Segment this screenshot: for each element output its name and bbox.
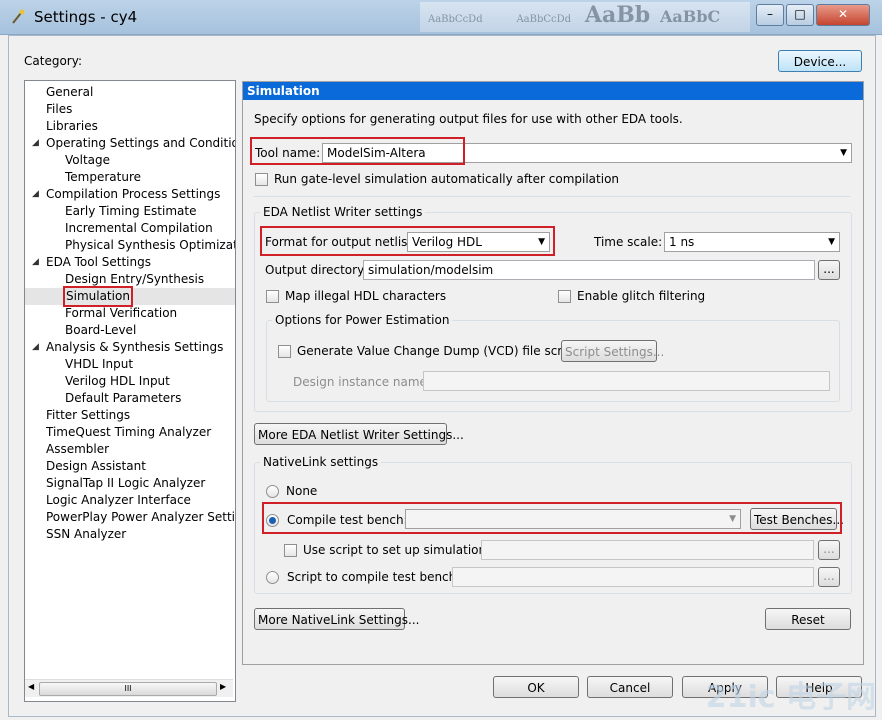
script-compile-label: Script to compile test bench: bbox=[287, 570, 461, 584]
use-script-checkbox[interactable] bbox=[284, 544, 297, 557]
minimize-button[interactable]: – bbox=[756, 4, 784, 26]
use-script-browse-button[interactable]: ... bbox=[818, 540, 840, 560]
design-instance-label: Design instance name: bbox=[293, 375, 431, 389]
tree-item[interactable]: Libraries bbox=[46, 118, 98, 135]
glitch-label: Enable glitch filtering bbox=[577, 289, 706, 303]
tree-item[interactable]: General bbox=[46, 84, 93, 101]
tree-item[interactable]: Default Parameters bbox=[65, 390, 181, 407]
reset-button[interactable]: Reset bbox=[765, 608, 851, 630]
nativelink-group-title: NativeLink settings bbox=[260, 455, 382, 469]
cancel-button[interactable]: Cancel bbox=[587, 676, 673, 698]
script-settings-button[interactable]: Script Settings... bbox=[561, 340, 664, 362]
tree-item[interactable]: Compilation Process Settings bbox=[46, 186, 220, 203]
vcd-label: Generate Value Change Dump (VCD) file sc… bbox=[297, 344, 578, 358]
panel-header: Simulation bbox=[243, 82, 863, 100]
tree-item[interactable]: Formal Verification bbox=[65, 305, 177, 322]
highlight-tool-name bbox=[250, 137, 465, 165]
tree-item[interactable]: Early Timing Estimate bbox=[65, 203, 196, 220]
script-compile-radio[interactable] bbox=[266, 571, 279, 584]
time-scale-value: 1 ns bbox=[669, 235, 695, 249]
tree-item[interactable]: Voltage bbox=[65, 152, 110, 169]
panel-description: Specify options for generating output fi… bbox=[254, 112, 683, 126]
output-dir-browse-button[interactable]: ... bbox=[818, 260, 840, 280]
script-compile-browse-button[interactable]: ... bbox=[818, 567, 840, 587]
category-tree[interactable]: General Files Libraries ◢ Operating Settings… bbox=[24, 80, 236, 702]
expand-arrow-icon[interactable]: ◢ bbox=[32, 342, 39, 352]
design-instance-input[interactable] bbox=[423, 371, 830, 391]
tree-item[interactable]: SignalTap II Logic Analyzer bbox=[46, 475, 205, 492]
maximize-button[interactable]: □ bbox=[786, 4, 814, 26]
separator bbox=[254, 196, 850, 197]
ghost-style-2: AaBbCcDd bbox=[516, 14, 572, 25]
category-label: Category: bbox=[24, 54, 82, 68]
run-gate-level-label: Run gate-level simulation automatically … bbox=[274, 172, 620, 186]
tree-item[interactable]: Verilog HDL Input bbox=[65, 373, 170, 390]
ghost-style-4: AaBbC bbox=[660, 7, 721, 26]
ghost-style-3: AaBb bbox=[584, 2, 651, 28]
highlight-format bbox=[260, 226, 555, 256]
expand-arrow-icon[interactable]: ◢ bbox=[32, 189, 39, 199]
expand-arrow-icon[interactable]: ◢ bbox=[32, 138, 39, 148]
use-script-label: Use script to set up simulation: bbox=[303, 543, 491, 557]
tree-item[interactable]: Assembler bbox=[46, 441, 109, 458]
tree-item[interactable]: Files bbox=[46, 101, 72, 118]
vcd-checkbox[interactable] bbox=[278, 345, 291, 358]
run-gate-level-checkbox[interactable] bbox=[255, 173, 268, 186]
tree-item[interactable]: EDA Tool Settings bbox=[46, 254, 151, 271]
ok-button[interactable]: OK bbox=[493, 676, 579, 698]
output-dir-label: Output directory: bbox=[265, 263, 368, 277]
glitch-checkbox[interactable] bbox=[558, 290, 571, 303]
tree-hscrollbar[interactable]: ◀ III ▶ bbox=[25, 679, 233, 697]
chevron-down-icon: ▼ bbox=[828, 237, 835, 247]
ghost-style-1: AaBbCcDd bbox=[428, 14, 483, 25]
tree-item[interactable]: Logic Analyzer Interface bbox=[46, 492, 191, 509]
tree-item[interactable]: Analysis & Synthesis Settings bbox=[46, 339, 223, 356]
ribbon-ghost: AaBbCcDd AaBbCcDd AaBb AaBbC bbox=[420, 2, 750, 32]
watermark: 21ic 电子网 bbox=[705, 680, 876, 715]
window-title: Settings - cy4 bbox=[34, 8, 138, 26]
map-illegal-label: Map illegal HDL characters bbox=[285, 289, 447, 303]
none-label: None bbox=[286, 484, 318, 498]
tree-item[interactable]: Physical Synthesis Optimizations bbox=[65, 237, 235, 254]
more-netlist-settings-button[interactable]: More EDA Netlist Writer Settings... bbox=[254, 423, 464, 445]
tree-item[interactable]: PowerPlay Power Analyzer Settings bbox=[46, 509, 235, 526]
settings-wand-icon bbox=[12, 9, 25, 24]
chevron-down-icon: ▼ bbox=[840, 148, 847, 158]
tree-item[interactable]: Incremental Compilation bbox=[65, 220, 213, 237]
tree-item[interactable]: Operating Settings and Conditions bbox=[46, 135, 235, 152]
tree-item[interactable]: TimeQuest Timing Analyzer bbox=[46, 424, 211, 441]
tree-item[interactable]: Simulation bbox=[63, 286, 133, 307]
expand-arrow-icon[interactable]: ◢ bbox=[32, 257, 39, 267]
tree-item[interactable]: Fitter Settings bbox=[46, 407, 130, 424]
tree-item[interactable]: Design Assistant bbox=[46, 458, 146, 475]
output-dir-input[interactable]: simulation/modelsim bbox=[363, 260, 815, 280]
tree-item[interactable]: Design Entry/Synthesis bbox=[65, 271, 204, 288]
title-bar: Settings - cy4 AaBbCcDd AaBbCcDd AaBb Aa… bbox=[0, 0, 882, 35]
none-radio[interactable] bbox=[266, 485, 279, 498]
device-button[interactable]: Device... bbox=[778, 50, 862, 72]
tree-item[interactable]: Temperature bbox=[65, 169, 141, 186]
more-nativelink-settings-button[interactable]: More NativeLink Settings... bbox=[254, 608, 419, 630]
power-group-title: Options for Power Estimation bbox=[272, 313, 453, 327]
use-script-input[interactable] bbox=[481, 540, 814, 560]
netlist-group-title: EDA Netlist Writer settings bbox=[260, 205, 426, 219]
scroll-thumb[interactable]: III bbox=[39, 682, 217, 696]
tree-item[interactable]: VHDL Input bbox=[65, 356, 133, 373]
time-scale-combo[interactable]: 1 ns ▼ bbox=[664, 232, 840, 252]
tree-item[interactable]: SSN Analyzer bbox=[46, 526, 126, 543]
scroll-left-icon[interactable]: ◀ bbox=[28, 682, 34, 691]
tree-item[interactable]: Board-Level bbox=[65, 322, 136, 339]
scroll-right-icon[interactable]: ▶ bbox=[220, 682, 226, 691]
close-button[interactable]: ✕ bbox=[816, 4, 870, 26]
time-scale-label: Time scale: bbox=[594, 235, 663, 249]
map-illegal-checkbox[interactable] bbox=[266, 290, 279, 303]
script-compile-input[interactable] bbox=[452, 567, 814, 587]
highlight-compile-tb bbox=[262, 502, 842, 534]
